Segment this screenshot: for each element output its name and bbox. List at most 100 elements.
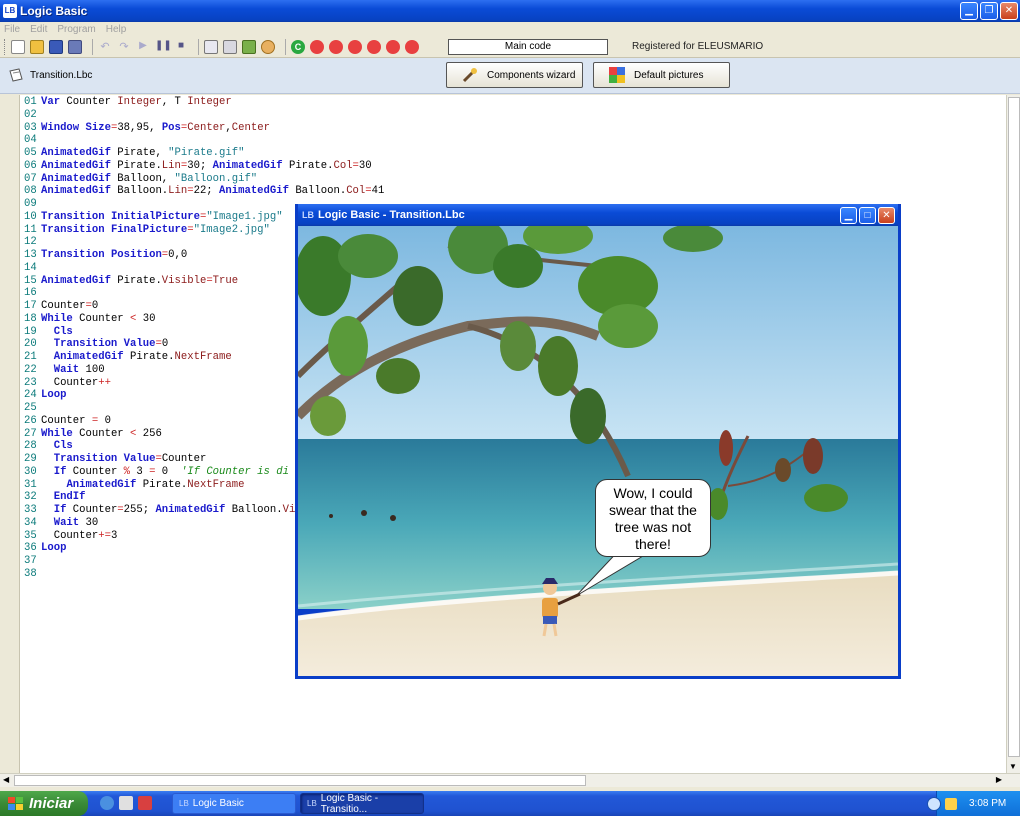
- picture-icon[interactable]: [242, 39, 256, 54]
- open-folder-icon[interactable]: [30, 39, 44, 54]
- code-token: AnimatedGif: [41, 147, 111, 159]
- code-line[interactable]: 07 AnimatedGif Balloon, "Balloon.gif": [24, 173, 384, 186]
- line-number: 21: [24, 351, 37, 363]
- taskbar-item-label: Logic Basic - Transitio...: [320, 792, 379, 815]
- line-number: 01: [24, 96, 37, 108]
- print-icon[interactable]: [68, 39, 82, 54]
- start-button[interactable]: Iniciar: [0, 791, 88, 816]
- code-token: If: [53, 465, 67, 478]
- code-token: Cls: [53, 325, 73, 338]
- components-wizard-button[interactable]: Components wizard: [446, 62, 583, 88]
- code-line[interactable]: 03 Window Size=38,95, Pos=Center,Center: [24, 122, 384, 135]
- code-token: Pirate.: [282, 159, 334, 172]
- run-icon[interactable]: ▶: [136, 40, 150, 54]
- code-token: FinalPicture: [110, 223, 188, 236]
- stop-icon[interactable]: ■: [174, 40, 188, 54]
- code-token: 100: [79, 363, 105, 376]
- arrow-bottom-icon[interactable]: [405, 39, 419, 54]
- arrow-right-icon[interactable]: [367, 39, 381, 54]
- main-code-selector[interactable]: Main code: [448, 38, 608, 55]
- network-icon[interactable]: [945, 797, 957, 810]
- menu-edit[interactable]: Edit: [30, 24, 47, 35]
- save-icon[interactable]: [49, 39, 63, 54]
- restore-button[interactable]: ❐: [980, 2, 998, 20]
- line-number: 35: [24, 529, 37, 542]
- code-token: "Image2.jpg": [193, 223, 270, 236]
- code-token: AnimatedGif: [41, 274, 111, 287]
- code-token: Wait: [53, 516, 80, 529]
- vertical-scrollbar[interactable]: ▼: [1006, 95, 1020, 773]
- code-token: Counter: [41, 414, 92, 427]
- find-icon[interactable]: [204, 39, 218, 54]
- default-pictures-button[interactable]: Default pictures: [593, 62, 730, 88]
- code-token: 38,95,: [117, 121, 162, 134]
- code-token: Visible: [161, 274, 207, 287]
- redo-icon[interactable]: ↷: [117, 40, 131, 54]
- code-line[interactable]: 04: [24, 134, 384, 147]
- code-token: AnimatedGif: [219, 185, 289, 198]
- arrow-top-icon[interactable]: [386, 39, 400, 54]
- line-number: 06: [24, 159, 37, 172]
- undo-icon[interactable]: ↶: [98, 40, 112, 54]
- toolbar-grip[interactable]: [4, 38, 7, 55]
- arrow-up-icon[interactable]: [310, 39, 324, 54]
- line-number: 29: [24, 453, 37, 465]
- code-line[interactable]: 02: [24, 109, 384, 122]
- code-token: Pirate.: [123, 351, 175, 363]
- transition-picture: Wow, I could swear that the tree was not…: [298, 226, 898, 676]
- code-token: 0: [155, 465, 181, 478]
- line-number: 27: [24, 427, 37, 440]
- line-number: 16: [24, 287, 37, 300]
- taskbar-item-label: Logic Basic: [192, 798, 244, 809]
- browser-icon[interactable]: [100, 796, 114, 810]
- document-icon[interactable]: [119, 796, 133, 810]
- close-button[interactable]: ✕: [1000, 2, 1018, 20]
- new-file-icon[interactable]: [11, 39, 25, 54]
- code-token: Position: [110, 249, 162, 261]
- compile-icon[interactable]: [223, 39, 237, 54]
- scroll-left-icon[interactable]: ◀: [3, 775, 9, 784]
- runtime-close-button[interactable]: ✕: [878, 207, 895, 224]
- minimize-button[interactable]: ▁: [960, 2, 978, 20]
- line-number: 12: [24, 236, 37, 249]
- horizontal-scroll-thumb[interactable]: [14, 775, 586, 786]
- pause-icon[interactable]: ❚❚: [155, 40, 172, 54]
- toolbar-separator: [92, 38, 93, 55]
- app-shortcut-icon[interactable]: [138, 796, 152, 810]
- scroll-down-icon[interactable]: ▼: [1009, 762, 1017, 771]
- runtime-minimize-button[interactable]: ▁: [840, 207, 857, 224]
- runtime-app-icon: LB: [302, 210, 314, 220]
- scroll-right-icon[interactable]: ▶: [996, 775, 1002, 784]
- line-number: 28: [24, 440, 37, 453]
- code-token: Vi: [282, 504, 296, 516]
- runtime-maximize-button[interactable]: □: [859, 207, 876, 224]
- taskbar-item-transition[interactable]: LB Logic Basic - Transitio...: [300, 792, 424, 815]
- code-line[interactable]: 05 AnimatedGif Pirate, "Pirate.gif": [24, 147, 384, 160]
- menu-program[interactable]: Program: [57, 24, 95, 35]
- puzzle-icon: [609, 67, 625, 83]
- code-line[interactable]: 06 AnimatedGif Pirate.Lin=30; AnimatedGif…: [24, 160, 384, 173]
- arrow-left-icon[interactable]: [348, 39, 362, 54]
- code-token: Window: [41, 121, 80, 134]
- arrow-down-icon[interactable]: [329, 39, 343, 54]
- line-number: 07: [24, 172, 37, 185]
- palette-icon[interactable]: [261, 39, 275, 54]
- code-token: 256: [136, 427, 162, 440]
- line-number: 38: [24, 567, 37, 580]
- tray-expand-icon[interactable]: [927, 796, 941, 811]
- menu-help[interactable]: Help: [106, 24, 127, 35]
- code-line[interactable]: 08 AnimatedGif Balloon.Lin=22; AnimatedGi…: [24, 185, 384, 198]
- menu-file[interactable]: File: [4, 24, 20, 35]
- line-number: 15: [24, 274, 37, 287]
- line-number: 31: [24, 478, 37, 491]
- line-number: 20: [24, 338, 37, 351]
- refresh-icon[interactable]: C: [291, 39, 305, 54]
- taskbar-item-logic-basic[interactable]: LB Logic Basic: [172, 793, 296, 814]
- code-token: 41: [371, 185, 385, 198]
- code-line[interactable]: 01 Var Counter Integer, T Integer: [24, 96, 384, 109]
- code-token: Transition: [41, 223, 105, 236]
- horizontal-scrollbar[interactable]: ◀ ▶: [0, 773, 1020, 787]
- vertical-scroll-thumb[interactable]: [1008, 97, 1020, 757]
